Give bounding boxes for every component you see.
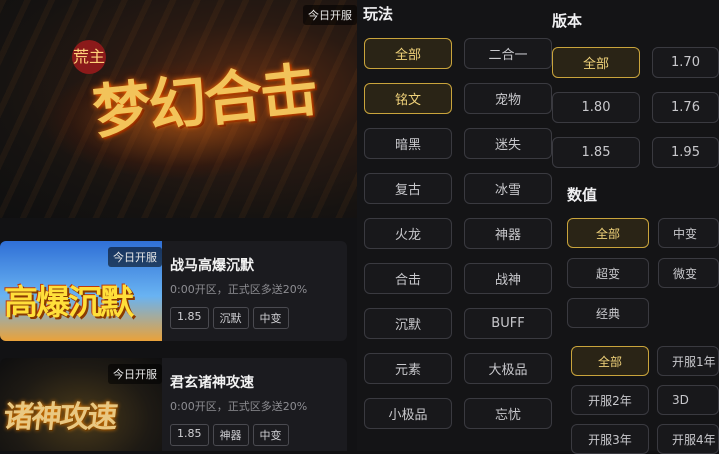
value-option[interactable]: 全部 (567, 218, 649, 248)
gameplay-option[interactable]: 忘忧 (464, 398, 552, 429)
game-name[interactable]: 战马高爆沉默 (170, 255, 254, 275)
gameplay-option[interactable]: 铭文 (364, 83, 452, 114)
value-option[interactable]: 经典 (567, 298, 649, 328)
value-tag: 中变 (252, 307, 289, 329)
open-time-option[interactable]: 开服2年 (571, 385, 649, 415)
gameplay-tag: 沉默 (212, 307, 249, 329)
game-desc: 0:00开区，正式区多送20% (170, 283, 308, 296)
gameplay-option[interactable]: 合击 (364, 263, 452, 294)
gameplay-option[interactable]: 战神 (464, 263, 552, 294)
banner-today-tag: 今日开服 (303, 5, 357, 25)
version-option[interactable]: 全部 (552, 47, 640, 78)
gameplay-option[interactable]: BUFF (464, 308, 552, 339)
gameplay-option[interactable]: 迷失 (464, 128, 552, 159)
value-option[interactable]: 中变 (658, 218, 719, 248)
game-tags: 1.85 沉默 中变 (170, 307, 289, 329)
game-card-1[interactable]: 高爆沉默 今日开服 战马高爆沉默 0:00开区，正式区多送20% 1.85 沉默… (0, 241, 347, 341)
version-title: 版本 (552, 12, 583, 30)
open-time-option[interactable]: 3D (657, 385, 719, 415)
gameplay-option[interactable]: 大极品 (464, 353, 552, 384)
gameplay-option[interactable]: 二合一 (464, 38, 552, 69)
gameplay-option[interactable]: 小极品 (364, 398, 452, 429)
featured-banner[interactable]: 荒主 梦幻合击 今日开服 (0, 0, 357, 218)
gameplay-option[interactable]: 火龙 (364, 218, 452, 249)
open-time-option[interactable]: 开服1年 (657, 346, 719, 376)
version-option[interactable]: 1.70 (652, 47, 719, 78)
game-card-2[interactable]: 诸神攻速 今日开服 君玄诸神攻速 0:00开区，正式区多送20% 1.85 神器… (0, 358, 347, 451)
gameplay-option[interactable]: 元素 (364, 353, 452, 384)
open-time-option[interactable]: 全部 (571, 346, 649, 376)
version-tag: 1.85 (170, 307, 209, 329)
version-option[interactable]: 1.80 (552, 92, 640, 123)
game-desc: 0:00开区，正式区多送20% (170, 400, 308, 413)
thumbnail-art-text: 高爆沉默 (4, 283, 134, 323)
open-time-option[interactable]: 开服3年 (571, 424, 649, 454)
gameplay-option[interactable]: 沉默 (364, 308, 452, 339)
version-option[interactable]: 1.85 (552, 137, 640, 168)
gameplay-option[interactable]: 冰雪 (464, 173, 552, 204)
game-tags: 1.85 神器 中变 (170, 424, 289, 446)
game-list-panel: 荒主 梦幻合击 今日开服 高爆沉默 今日开服 战马高爆沉默 0:00开区，正式区… (0, 0, 357, 451)
version-option[interactable]: 1.76 (652, 92, 719, 123)
game-name[interactable]: 君玄诸神攻速 (170, 372, 254, 392)
gameplay-option[interactable]: 神器 (464, 218, 552, 249)
today-open-tag: 今日开服 (108, 364, 162, 384)
gameplay-tag: 神器 (212, 424, 249, 446)
thumbnail-art-text: 诸神攻速 (1, 400, 118, 435)
gameplay-option[interactable]: 全部 (364, 38, 452, 69)
game-thumbnail[interactable]: 高爆沉默 今日开服 (0, 241, 162, 341)
open-time-option[interactable]: 开服4年 (657, 424, 719, 454)
value-option[interactable]: 超变 (567, 258, 649, 288)
today-open-tag: 今日开服 (108, 247, 162, 267)
value-tag: 中变 (252, 424, 289, 446)
gameplay-option[interactable]: 宠物 (464, 83, 552, 114)
filter-panel: 玩法 全部 二合一 铭文 宠物 暗黑 迷失 复古 冰雪 火龙 神器 合击 战神 … (357, 0, 719, 454)
gameplay-option[interactable]: 复古 (364, 173, 452, 204)
value-title: 数值 (567, 186, 598, 204)
value-option[interactable]: 微变 (658, 258, 719, 288)
game-thumbnail[interactable]: 诸神攻速 今日开服 (0, 358, 162, 451)
version-tag: 1.85 (170, 424, 209, 446)
gameplay-option[interactable]: 暗黑 (364, 128, 452, 159)
gameplay-title: 玩法 (363, 5, 394, 23)
version-option[interactable]: 1.95 (652, 137, 719, 168)
